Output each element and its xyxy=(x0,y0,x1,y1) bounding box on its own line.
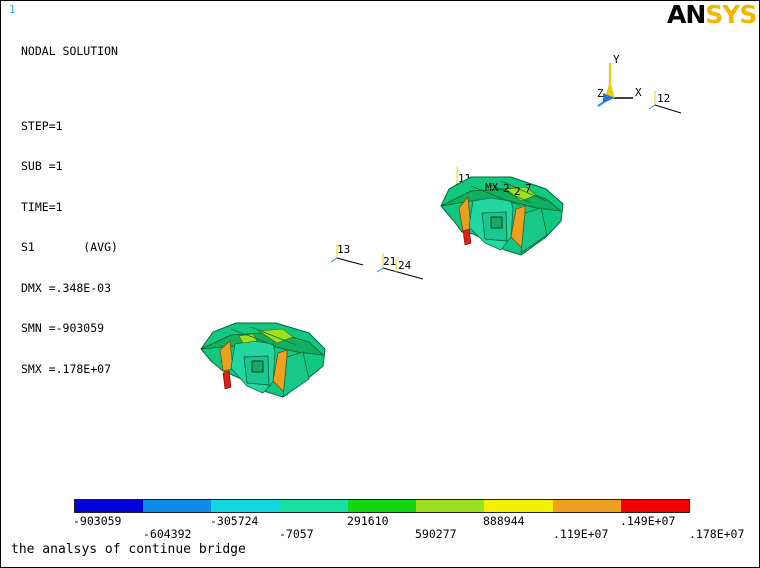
legend-segment-3 xyxy=(211,500,280,512)
triad-z-label: Z xyxy=(597,87,604,100)
legend-label: -305724 xyxy=(210,514,259,528)
bridge-segment-right[interactable]: MX 2 2 7 xyxy=(440,176,564,256)
coord-marker-21-24: 21 24 xyxy=(376,253,424,280)
legend-label: -7057 xyxy=(279,527,314,541)
legend-label: -903059 xyxy=(73,514,122,528)
legend-segment-4 xyxy=(279,500,348,512)
legend-label: 888944 xyxy=(483,514,525,528)
max-marker: MX xyxy=(485,181,499,194)
legend-label: .149E+07 xyxy=(620,514,676,528)
coord-label-2a: 2 xyxy=(503,182,510,195)
triad-y-label: Y xyxy=(613,53,620,66)
coord-label-7: 7 xyxy=(525,182,532,195)
triad-x-label: X xyxy=(635,86,642,99)
graphics-viewport[interactable]: 1 NODAL SOLUTION STEP=1 SUB =1 TIME=1 S1… xyxy=(0,0,760,568)
legend-label: 291610 xyxy=(347,514,389,528)
legend-segment-7 xyxy=(484,500,553,512)
legend-label: 590277 xyxy=(415,527,457,541)
bridge-segment-left[interactable] xyxy=(200,322,326,398)
coord-label-24: 24 xyxy=(398,259,412,272)
coord-marker-12: 12 xyxy=(648,91,682,114)
coord-label-12: 12 xyxy=(657,92,670,105)
legend-segment-2 xyxy=(143,500,212,512)
global-axis-triad: Y X Z xyxy=(597,53,642,107)
legend-label: .119E+07 xyxy=(553,527,609,541)
coord-label-2b: 2 xyxy=(514,185,521,198)
coord-marker-13: 13 xyxy=(330,243,364,266)
coord-label-13: 13 xyxy=(337,243,350,256)
legend-segment-5 xyxy=(347,500,417,512)
legend-segment-6 xyxy=(416,500,485,512)
model-view[interactable]: Y X Z 12 13 21 24 11 MX 2 2 7 xyxy=(1,1,759,496)
legend-segment-1 xyxy=(75,500,144,512)
legend-segment-9 xyxy=(620,500,689,512)
plot-caption: the analsys of continue bridge xyxy=(11,542,246,557)
legend-segment-8 xyxy=(552,500,621,512)
coord-label-21: 21 xyxy=(383,255,396,268)
legend-label: .178E+07 xyxy=(689,527,745,541)
contour-legend-bar xyxy=(74,499,690,513)
legend-label: -604392 xyxy=(143,527,192,541)
